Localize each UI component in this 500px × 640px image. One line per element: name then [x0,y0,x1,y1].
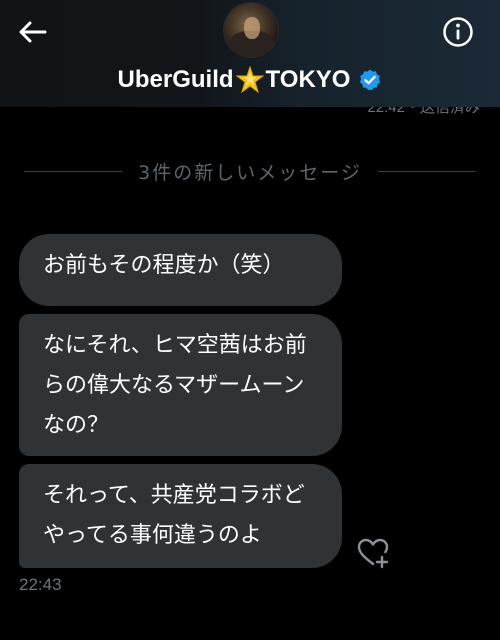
title-name: UberGuild [117,66,234,93]
new-messages-divider: 3件の新しいメッセージ [24,158,476,184]
new-messages-label: 3件の新しいメッセージ [138,161,362,184]
info-icon [443,17,473,47]
info-button[interactable] [440,14,476,50]
message-timestamp: 22:43 [19,575,62,594]
message-bubble[interactable]: お前もその程度か（笑） [19,234,342,306]
react-button[interactable] [356,536,390,570]
avatar[interactable] [223,2,279,58]
message-bubble[interactable]: それって、共産党コラボどやってる事何違うのよ [19,464,342,568]
divider-line-right [377,170,476,172]
avatar-face [244,17,260,39]
star-icon [235,66,264,94]
message-bubble[interactable]: なにそれ、ヒマ空茜はお前らの偉大なるマザームーンなの？ [19,314,342,456]
title-location: TOKYO [265,66,351,93]
heart-plus-icon [357,538,389,569]
back-button[interactable] [14,14,50,50]
conversation-title[interactable]: UberGuild TOKYO [0,64,500,96]
conversation-header: UberGuild TOKYO [0,0,500,107]
divider-line-left [24,170,123,172]
verified-badge-icon [360,69,381,91]
arrow-left-icon [19,21,47,43]
